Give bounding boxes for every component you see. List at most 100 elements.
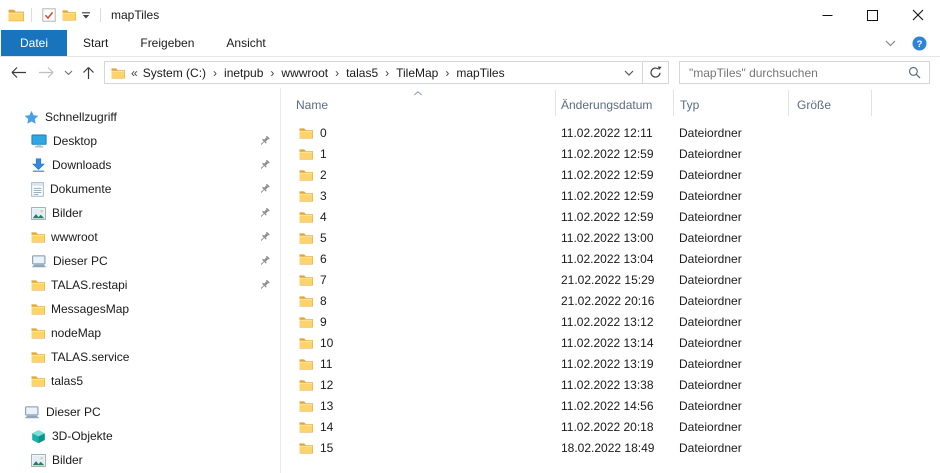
titlebar-divider xyxy=(100,8,101,22)
minimize-button[interactable] xyxy=(805,0,850,30)
sidebar-item-wwwroot[interactable]: wwwroot xyxy=(0,225,280,249)
quick-access-customize-button[interactable] xyxy=(79,4,93,26)
file-row-4[interactable]: 411.02.2022 12:59Dateiordner xyxy=(281,206,940,227)
sidebar-section-schnellzugriff[interactable]: Schnellzugriff xyxy=(0,105,280,129)
file-row-9[interactable]: 911.02.2022 13:12Dateiordner xyxy=(281,311,940,332)
sidebar-item-bilder[interactable]: Bilder xyxy=(0,448,280,472)
tab-start[interactable]: Start xyxy=(67,30,124,56)
file-type: Dateiordner xyxy=(674,252,789,266)
folder-icon xyxy=(299,148,313,160)
file-row-13[interactable]: 1311.02.2022 14:56Dateiordner xyxy=(281,395,940,416)
folder-icon xyxy=(299,379,313,391)
recent-locations-chevron-icon[interactable] xyxy=(62,70,74,76)
address-folder-icon xyxy=(105,67,130,79)
address-bar[interactable]: «System (C:)›inetpub›wwwroot›talas5›Tile… xyxy=(104,61,669,84)
sidebar-item-downloads[interactable]: Downloads xyxy=(0,153,280,177)
quick-access-newfolder-button[interactable] xyxy=(59,4,79,26)
svg-text:?: ? xyxy=(917,39,923,50)
breadcrumb-item-system-c[interactable]: System (C:) xyxy=(142,66,207,80)
breadcrumb-overflow-chevron[interactable]: « xyxy=(130,66,142,80)
column-header-size[interactable]: Größe xyxy=(789,90,872,116)
file-type: Dateiordner xyxy=(674,189,789,203)
pin-icon xyxy=(258,279,271,292)
file-row-14[interactable]: 1411.02.2022 20:18Dateiordner xyxy=(281,416,940,437)
file-modified-date: 11.02.2022 12:11 xyxy=(556,126,674,140)
column-header-filler xyxy=(872,90,940,116)
breadcrumb-item-tilemap[interactable]: TileMap xyxy=(395,66,439,80)
expand-ribbon-chevron-icon[interactable] xyxy=(885,40,896,47)
sidebar-item-bilder[interactable]: Bilder xyxy=(0,201,280,225)
file-row-6[interactable]: 611.02.2022 13:04Dateiordner xyxy=(281,248,940,269)
forward-button[interactable] xyxy=(38,66,55,79)
file-row-15[interactable]: 1518.02.2022 18:49Dateiordner xyxy=(281,437,940,458)
file-modified-date: 11.02.2022 14:56 xyxy=(556,399,674,413)
sidebar-item-dieser-pc[interactable]: Dieser PC xyxy=(0,249,280,273)
breadcrumb-item-inetpub[interactable]: inetpub xyxy=(223,66,264,80)
cube-icon xyxy=(31,429,46,444)
address-dropdown-chevron-icon[interactable] xyxy=(616,70,642,76)
tab-freigeben[interactable]: Freigeben xyxy=(124,30,210,56)
close-button[interactable] xyxy=(895,0,940,30)
pc-icon xyxy=(31,255,47,268)
file-row-3[interactable]: 311.02.2022 12:59Dateiordner xyxy=(281,185,940,206)
breadcrumb-separator: › xyxy=(439,66,455,80)
search-input[interactable] xyxy=(680,66,908,80)
breadcrumb-item-talas5[interactable]: talas5 xyxy=(345,66,379,80)
file-type: Dateiordner xyxy=(674,294,789,308)
file-row-7[interactable]: 721.02.2022 15:29Dateiordner xyxy=(281,269,940,290)
file-type: Dateiordner xyxy=(674,231,789,245)
tab-datei[interactable]: Datei xyxy=(1,30,67,56)
sidebar-item-label: Desktop xyxy=(53,134,97,148)
sidebar-item-nodemap[interactable]: nodeMap xyxy=(0,321,280,345)
navigation-bar: «System (C:)›inetpub›wwwroot›talas5›Tile… xyxy=(0,57,940,88)
file-row-10[interactable]: 1011.02.2022 13:14Dateiordner xyxy=(281,332,940,353)
file-type: Dateiordner xyxy=(674,126,789,140)
breadcrumb-item-maptiles[interactable]: mapTiles xyxy=(455,66,505,80)
file-row-0[interactable]: 0 11.02.2022 12:11Dateiordner xyxy=(281,122,940,143)
folder-icon xyxy=(299,421,313,433)
pin-icon xyxy=(258,135,271,148)
file-row-1[interactable]: 111.02.2022 12:59Dateiordner xyxy=(281,143,940,164)
column-header-type[interactable]: Typ xyxy=(674,90,789,116)
quick-access-properties-button[interactable] xyxy=(39,4,59,26)
file-row-11[interactable]: 1111.02.2022 13:19Dateiordner xyxy=(281,353,940,374)
file-row-8[interactable]: 821.02.2022 20:16Dateiordner xyxy=(281,290,940,311)
file-modified-date: 11.02.2022 12:59 xyxy=(556,147,674,161)
column-header-name[interactable]: Name xyxy=(281,90,556,116)
sidebar-section-dieser-pc[interactable]: Dieser PC xyxy=(0,400,280,424)
sidebar-item-label: nodeMap xyxy=(51,326,101,340)
pictures-icon xyxy=(31,454,46,467)
file-row-2[interactable]: 211.02.2022 12:59Dateiordner xyxy=(281,164,940,185)
maximize-button[interactable] xyxy=(850,0,895,30)
file-name: 0 xyxy=(320,126,327,140)
file-name: 7 xyxy=(320,273,327,287)
sidebar-item-talas-restapi[interactable]: TALAS.restapi xyxy=(0,273,280,297)
help-button[interactable]: ? xyxy=(912,36,927,51)
file-modified-date: 11.02.2022 12:59 xyxy=(556,189,674,203)
file-type: Dateiordner xyxy=(674,441,789,455)
back-button[interactable] xyxy=(10,66,27,79)
file-modified-date: 21.02.2022 15:29 xyxy=(556,273,674,287)
sidebar-item-desktop[interactable]: Desktop xyxy=(0,129,280,153)
file-modified-date: 11.02.2022 13:00 xyxy=(556,231,674,245)
up-button[interactable] xyxy=(81,66,95,80)
column-header-modified[interactable]: Änderungsdatum xyxy=(556,90,674,116)
file-type: Dateiordner xyxy=(674,399,789,413)
file-modified-date: 21.02.2022 20:16 xyxy=(556,294,674,308)
column-label: Änderungsdatum xyxy=(561,98,652,112)
sidebar-item-dokumente[interactable]: Dokumente xyxy=(0,177,280,201)
sidebar-item-3d-objekte[interactable]: 3D-Objekte xyxy=(0,424,280,448)
folder-icon xyxy=(31,351,45,363)
sidebar-item-talas5[interactable]: talas5 xyxy=(0,369,280,393)
tab-ansicht[interactable]: Ansicht xyxy=(210,30,281,56)
breadcrumb-item-wwwroot[interactable]: wwwroot xyxy=(280,66,329,80)
sidebar-item-messagesmap[interactable]: MessagesMap xyxy=(0,297,280,321)
file-row-5[interactable]: 511.02.2022 13:00Dateiordner xyxy=(281,227,940,248)
sort-ascending-icon xyxy=(414,91,423,96)
breadcrumb: «System (C:)›inetpub›wwwroot›talas5›Tile… xyxy=(130,66,506,80)
app-folder-icon xyxy=(8,8,24,22)
file-row-12[interactable]: 1211.02.2022 13:38Dateiordner xyxy=(281,374,940,395)
sidebar-item-talas-service[interactable]: TALAS.service xyxy=(0,345,280,369)
refresh-button[interactable] xyxy=(642,62,668,83)
ribbon-tabs: DateiStartFreigebenAnsicht xyxy=(0,30,282,56)
